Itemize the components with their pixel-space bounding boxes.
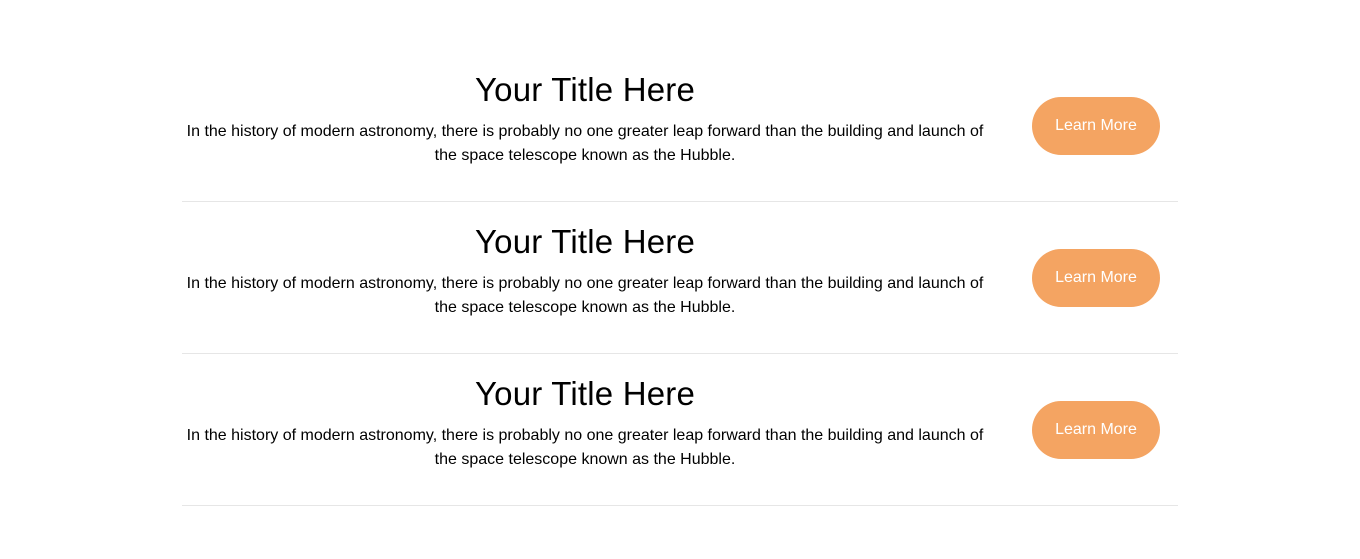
list-item-text: Your Title Here In the history of modern…: [182, 50, 988, 168]
list-item: Your Title Here In the history of modern…: [182, 354, 1178, 506]
learn-more-button[interactable]: Learn More: [1032, 249, 1160, 307]
item-description: In the history of modern astronomy, ther…: [186, 275, 984, 316]
learn-more-button[interactable]: Learn More: [1032, 97, 1160, 155]
list-item: Your Title Here In the history of modern…: [182, 202, 1178, 354]
item-title: Your Title Here: [474, 71, 696, 108]
list-item: Your Title Here In the history of modern…: [182, 50, 1178, 202]
feature-list: Your Title Here In the history of modern…: [182, 50, 1178, 506]
list-item-text: Your Title Here In the history of modern…: [182, 202, 988, 320]
list-item-text: Your Title Here In the history of modern…: [182, 354, 988, 472]
item-title: Your Title Here: [474, 375, 696, 412]
item-title: Your Title Here: [474, 223, 696, 260]
item-description: In the history of modern astronomy, ther…: [186, 427, 984, 468]
item-description: In the history of modern astronomy, ther…: [186, 123, 984, 164]
learn-more-button[interactable]: Learn More: [1032, 401, 1160, 459]
